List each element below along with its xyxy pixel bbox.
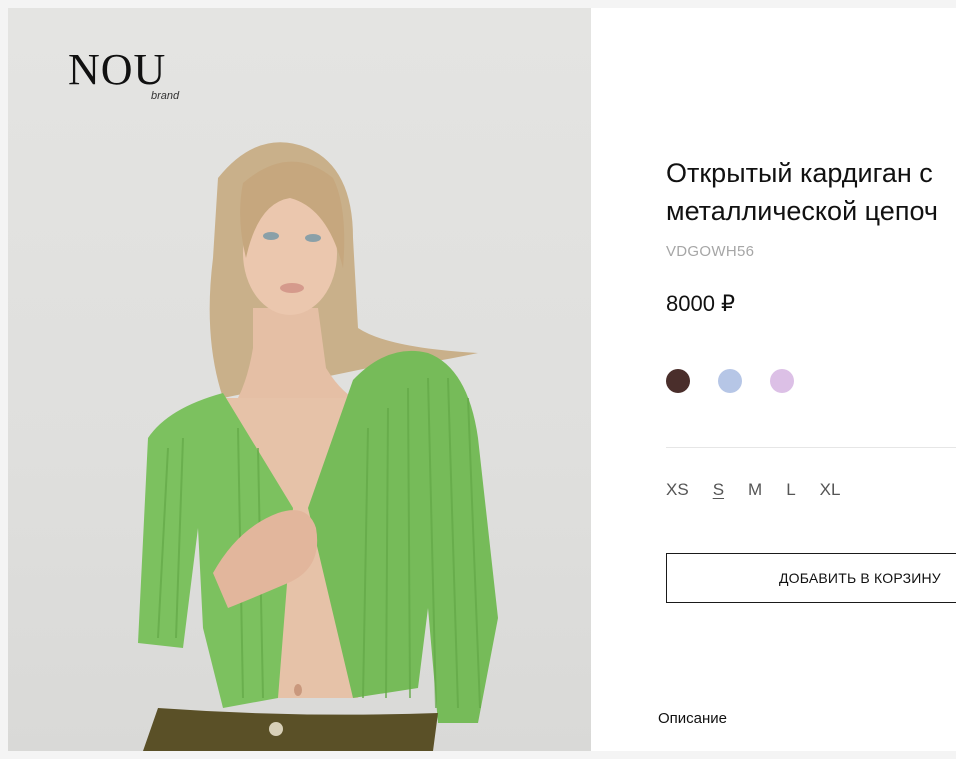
product-price: 8000 ₽ — [666, 291, 736, 316]
size-option-m[interactable]: M — [748, 480, 762, 500]
size-option-xs[interactable]: XS — [666, 480, 689, 500]
product-photo: NOU brand — [8, 8, 591, 751]
logo-wordmark: NOU — [68, 45, 167, 94]
color-swatch-brown[interactable] — [666, 369, 690, 393]
product-title-line-1: Открытый кардиган с — [666, 158, 933, 188]
size-option-l[interactable]: L — [786, 480, 795, 500]
brand-logo[interactable]: NOU brand — [68, 46, 198, 106]
size-option-xl[interactable]: XL — [820, 480, 841, 500]
size-selector: XS S M L XL — [666, 480, 840, 500]
color-swatch-lilac[interactable] — [770, 369, 794, 393]
color-swatch-light-blue[interactable] — [718, 369, 742, 393]
product-title-line-2: металлической цепоч — [666, 196, 938, 226]
size-option-s[interactable]: S — [713, 480, 724, 500]
model-illustration — [138, 142, 498, 751]
divider — [666, 447, 956, 448]
product-sku: VDGOWH56 — [666, 243, 755, 260]
product-info-panel: Открытый кардиган с металлической цепоч … — [591, 8, 956, 751]
add-to-cart-button[interactable]: ДОБАВИТЬ В КОРЗИНУ — [666, 553, 956, 603]
description-tab[interactable]: Описание — [658, 710, 727, 727]
product-page: NOU brand Открытый кардиган с металличес… — [8, 8, 956, 751]
logo-subtitle: brand — [151, 90, 180, 102]
product-title: Открытый кардиган с металлической цепоч — [666, 154, 956, 230]
color-selector — [666, 369, 794, 393]
